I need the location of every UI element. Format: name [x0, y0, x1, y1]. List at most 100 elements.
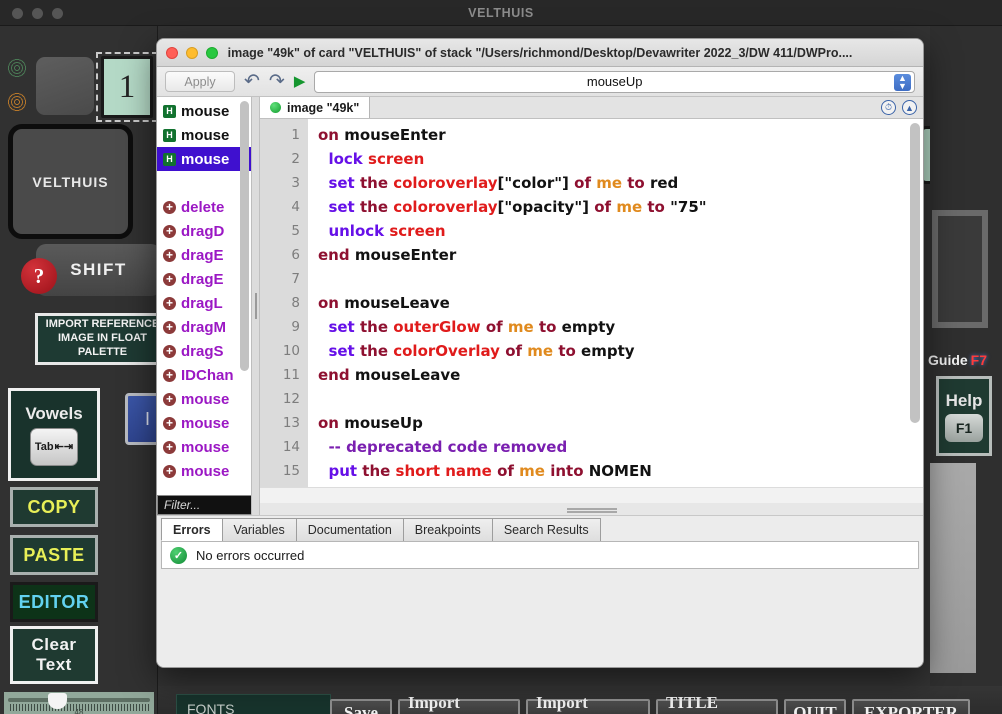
code-scrollbar[interactable] [910, 123, 920, 467]
bottom-panel-filler [157, 569, 923, 667]
script-editor-title: image "49k" of card "VELTHUIS" of stack … [157, 46, 923, 60]
paste-button[interactable]: PASTE [10, 535, 98, 575]
editor-button[interactable]: EDITOR [10, 582, 98, 622]
list-item[interactable]: Hmouse [157, 147, 251, 171]
editor-pane: image "49k" ⏱ ▲ 12345678910111213141516 … [260, 97, 923, 515]
code-text[interactable]: on mouseEnter lock screen set the coloro… [308, 119, 923, 487]
code-token: set [328, 174, 354, 192]
tab-errors[interactable]: Errors [161, 518, 223, 541]
code-editor[interactable]: 12345678910111213141516 on mouseEnter lo… [260, 119, 923, 487]
list-item-label: dragM [181, 319, 226, 336]
handler-icon: H [163, 153, 176, 166]
plus-circle-icon: + [163, 417, 176, 430]
tab-breakpoints[interactable]: Breakpoints [403, 518, 493, 541]
code-token: set [328, 318, 354, 336]
code-line: unlock screen [318, 219, 923, 243]
pane-splitter[interactable] [252, 97, 260, 515]
code-token: "75" [670, 198, 707, 216]
list-item[interactable]: Hmouse [157, 123, 251, 147]
guide-row[interactable]: GuideF7 [928, 352, 1002, 368]
spiral-orange-icon[interactable] [6, 91, 28, 113]
filter-input[interactable]: Filter... [157, 495, 252, 515]
background-bottom-toolbar: FONTS Save Import TEXT Import HTML TITLE… [158, 686, 1002, 714]
list-item[interactable]: +delete [157, 195, 251, 219]
code-token: mouseEnter [344, 126, 445, 144]
code-token: the [360, 318, 388, 336]
minimize-button[interactable] [186, 47, 198, 59]
list-item[interactable]: +dragL [157, 291, 251, 315]
fonts-field[interactable]: FONTS [176, 694, 331, 714]
help-button[interactable]: Help F1 [936, 376, 992, 456]
grey-plate-button[interactable] [36, 57, 94, 115]
close-button[interactable] [166, 47, 178, 59]
copy-button[interactable]: COPY [10, 487, 98, 527]
card-thumbnail-1[interactable]: 1 [101, 56, 153, 118]
errors-status-row: ✓ No errors occurred [161, 541, 919, 569]
clock-icon[interactable]: ⏱ [881, 100, 896, 115]
list-item[interactable]: +IDChan [157, 363, 251, 387]
run-icon[interactable]: ▶ [294, 74, 306, 89]
exporter-button[interactable]: EXPORTER [852, 699, 970, 714]
list-item[interactable]: +mouse [157, 459, 251, 483]
window-traffic-lights[interactable] [166, 47, 218, 59]
title-page-button[interactable]: TITLE PAGE [656, 699, 778, 714]
tab-search-results[interactable]: Search Results [492, 518, 601, 541]
code-token: the [360, 174, 388, 192]
code-token: to [558, 342, 575, 360]
clear-text-button[interactable]: Clear Text [10, 626, 98, 684]
list-item[interactable]: +mouse [157, 435, 251, 459]
list-item[interactable]: Hmouse [157, 99, 251, 123]
tab-key-label: Tab [35, 441, 54, 453]
list-item-label: mouse [181, 103, 229, 120]
list-item[interactable]: +dragD [157, 219, 251, 243]
horizontal-splitter[interactable] [260, 503, 923, 515]
handler-list[interactable]: HmouseHmouseHmouse+delete+dragD+dragE+dr… [157, 97, 251, 515]
chevron-updown-icon[interactable]: ▲ ▼ [894, 74, 911, 91]
list-item[interactable]: +dragE [157, 243, 251, 267]
chevron-up-icon[interactable]: ▲ [902, 100, 917, 115]
bottom-tab-bar[interactable]: ErrorsVariablesDocumentationBreakpointsS… [157, 516, 923, 541]
list-item[interactable]: +mouse [157, 411, 251, 435]
code-token: to [647, 198, 664, 216]
clear-text-line2: Text [36, 655, 72, 675]
import-html-button[interactable]: Import HTML [526, 699, 650, 714]
zoom-button[interactable] [206, 47, 218, 59]
help-label: Help [946, 391, 983, 411]
code-bottom-strip [260, 487, 923, 503]
handler-list-scroll-thumb[interactable] [240, 101, 249, 371]
code-token: screen [389, 222, 445, 240]
editor-tab-image-49k[interactable]: image "49k" [260, 97, 370, 118]
handler-icon: H [163, 105, 176, 118]
code-token: of [574, 174, 591, 192]
save-button[interactable]: Save [330, 699, 392, 714]
vowels-button[interactable]: Vowels Tab ⇤⇥ [8, 388, 100, 481]
handler-list-pane: HmouseHmouseHmouse+delete+dragD+dragE+dr… [157, 97, 252, 515]
import-text-button[interactable]: Import TEXT [398, 699, 520, 714]
handler-select[interactable]: mouseUp ▲ ▼ [314, 71, 915, 93]
code-line: lock screen [318, 147, 923, 171]
code-token: end [318, 366, 350, 384]
tab-documentation[interactable]: Documentation [296, 518, 404, 541]
list-item[interactable]: +dragS [157, 339, 251, 363]
line-number: 15 [260, 459, 308, 483]
list-item[interactable]: +dragE [157, 267, 251, 291]
help-question-icon[interactable]: ? [21, 258, 57, 294]
list-item[interactable]: +dragM [157, 315, 251, 339]
handler-select-value: mouseUp [587, 74, 643, 89]
spiral-green-icon[interactable] [6, 57, 28, 79]
import-reference-image-button[interactable]: IMPORT REFERENCE IMAGE IN FLOAT PALETTE [35, 313, 170, 365]
velthuis-display-box[interactable]: VELTHUIS [8, 124, 133, 239]
undo-icon[interactable]: ↶ [244, 72, 260, 91]
code-token: of [486, 318, 503, 336]
quit-button[interactable]: QUIT [784, 699, 846, 714]
clear-text-line1: Clear [31, 635, 76, 655]
font-size-slider[interactable]: 48 [4, 692, 154, 714]
code-scroll-thumb[interactable] [910, 123, 920, 423]
list-item[interactable]: +mouse [157, 387, 251, 411]
line-number: 3 [260, 171, 308, 195]
check-circle-icon: ✓ [170, 547, 187, 564]
handler-list-scrollbar[interactable] [240, 101, 249, 491]
tab-variables[interactable]: Variables [222, 518, 297, 541]
apply-button[interactable]: Apply [165, 71, 235, 92]
redo-icon[interactable]: ↷ [269, 72, 285, 91]
